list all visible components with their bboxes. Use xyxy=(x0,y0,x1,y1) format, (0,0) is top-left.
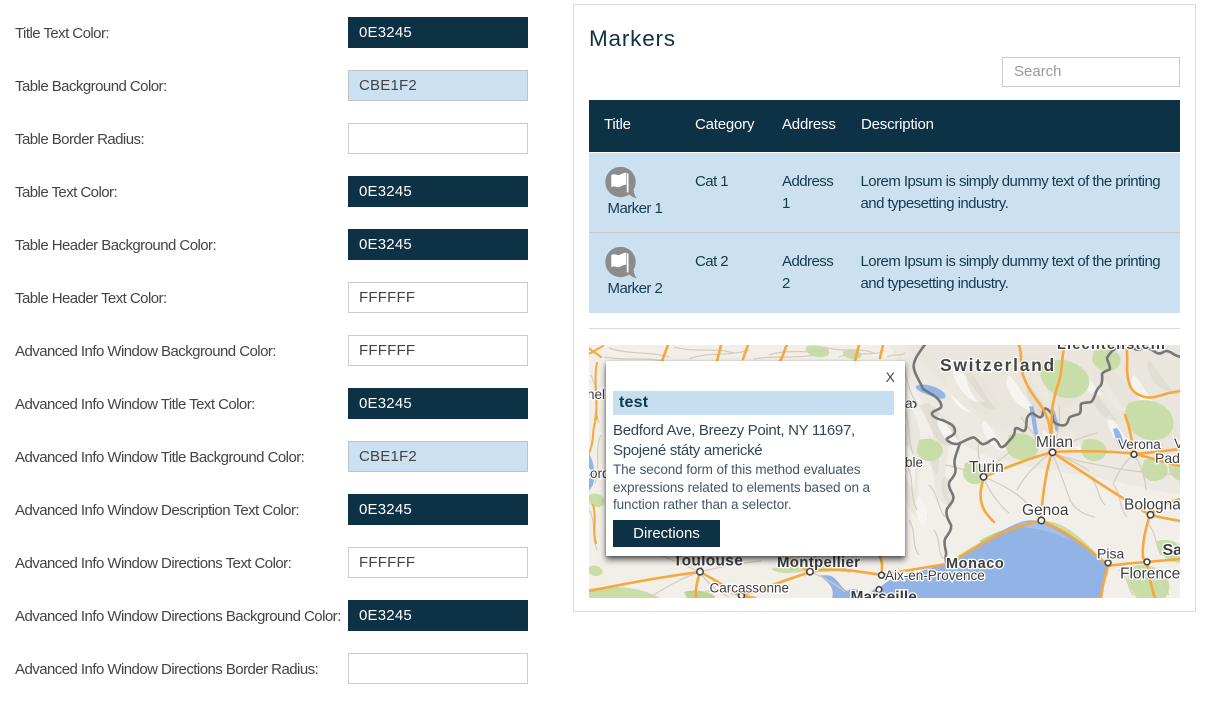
svg-text:a: a xyxy=(905,396,913,411)
svg-text:Montpellier: Montpellier xyxy=(777,554,860,571)
svg-text:Milan: Milan xyxy=(1036,434,1073,451)
svg-text:Sa: Sa xyxy=(1163,542,1181,559)
svg-text:Florence: Florence xyxy=(1120,566,1180,583)
svg-text:ble: ble xyxy=(905,455,923,470)
svg-text:Pisa: Pisa xyxy=(1097,546,1124,562)
svg-text:Bologna: Bologna xyxy=(1124,497,1180,514)
svg-text:Carcassonne: Carcassonne xyxy=(710,581,790,596)
svg-text:Aix-en-Provence: Aix-en-Provence xyxy=(885,568,985,583)
svg-text:Genoa: Genoa xyxy=(1022,502,1069,519)
svg-text:V: V xyxy=(1174,435,1180,451)
svg-text:Switzerland: Switzerland xyxy=(940,355,1056,375)
svg-text:Pad: Pad xyxy=(1155,450,1180,466)
svg-text:Marseille: Marseille xyxy=(851,589,918,598)
svg-text:hel: hel xyxy=(589,387,605,402)
svg-text:Turin: Turin xyxy=(969,459,1004,476)
svg-text:Liechtenstein: Liechtenstein xyxy=(1057,345,1166,353)
